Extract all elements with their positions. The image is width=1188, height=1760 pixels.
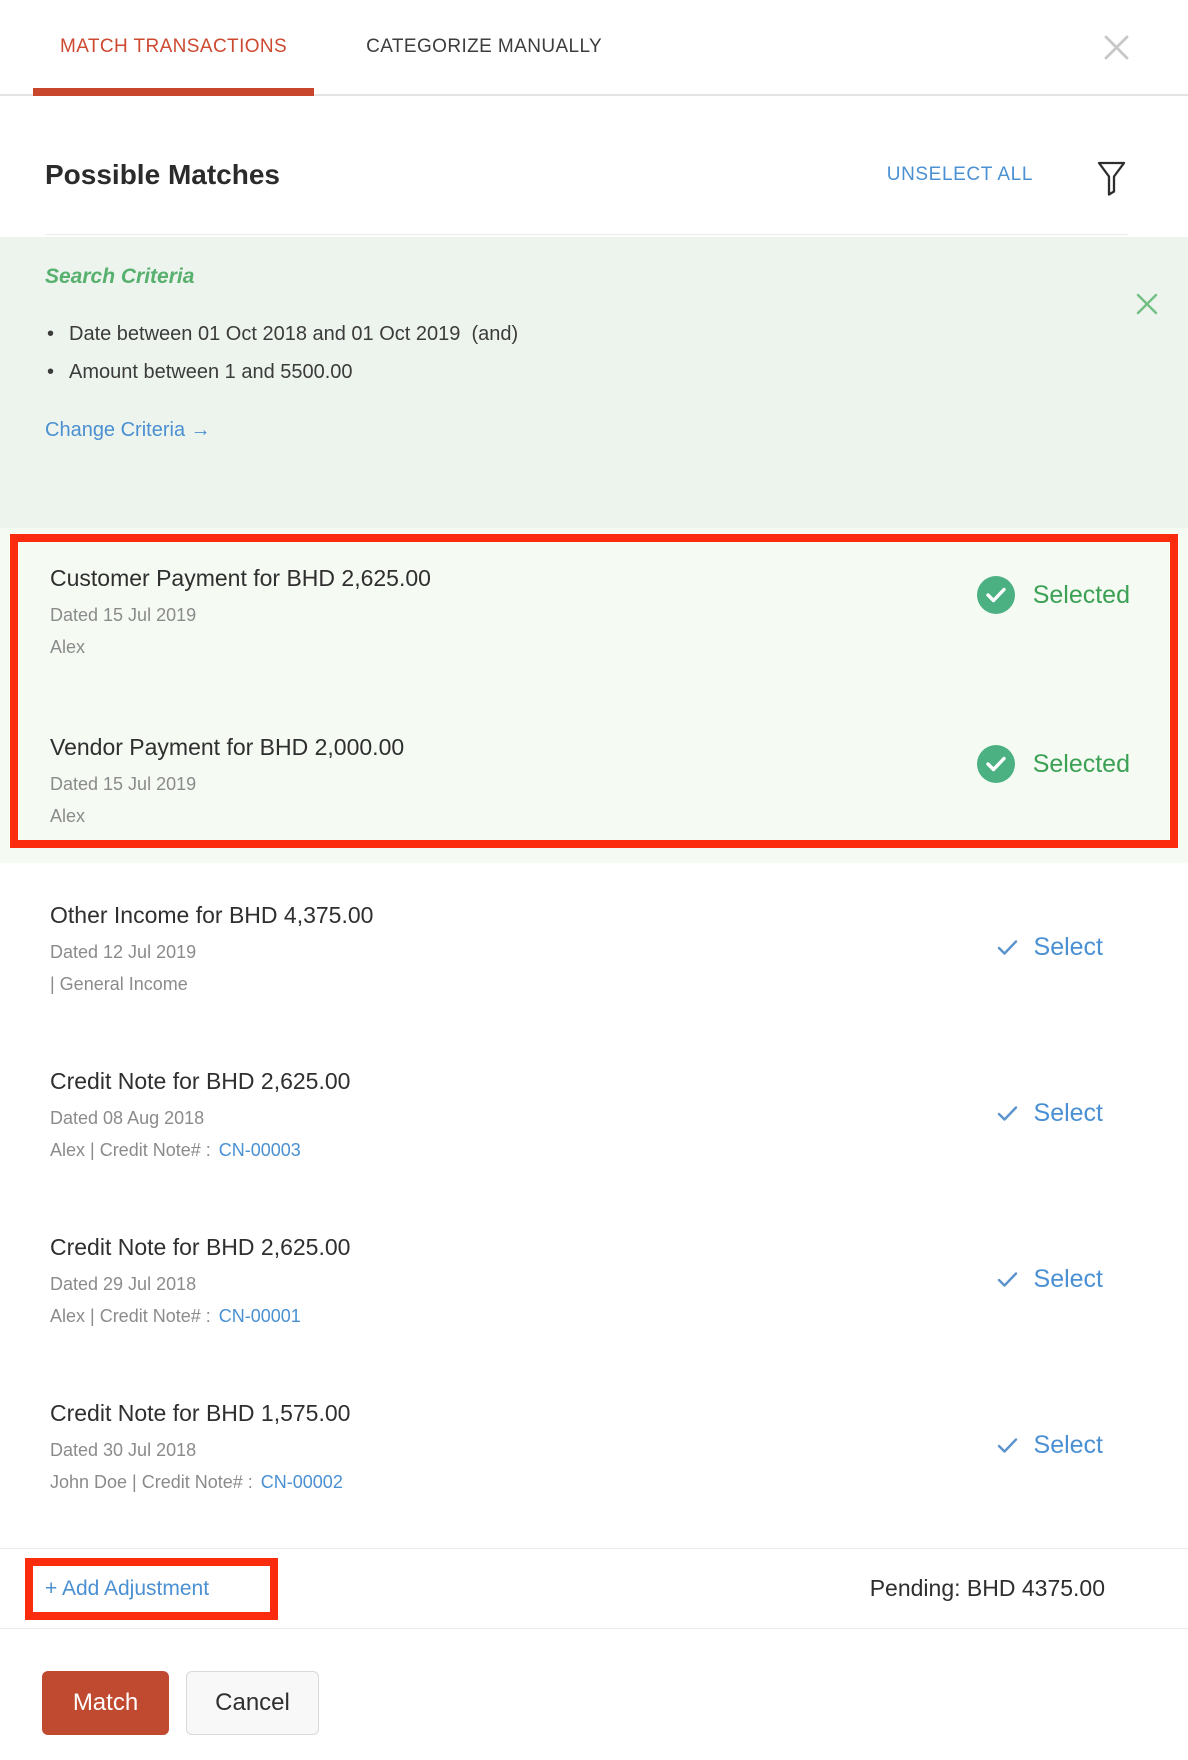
credit-note-link[interactable]: CN-00002 <box>261 1472 343 1492</box>
match-row-info: Credit Note for BHD 2,625.00 Dated 08 Au… <box>50 1067 350 1160</box>
match-date: Dated 29 Jul 2018 <box>50 1274 350 1294</box>
match-date: Dated 15 Jul 2019 <box>50 774 404 794</box>
check-circle-icon <box>977 576 1015 614</box>
match-row: Customer Payment for BHD 2,625.00 Dated … <box>50 564 1130 657</box>
tab-match-transactions[interactable]: MATCH TRANSACTIONS <box>33 0 314 94</box>
possible-matches-header: Possible Matches UNSELECT ALL <box>0 96 1188 197</box>
match-row: Credit Note for BHD 2,625.00 Dated 08 Au… <box>50 1067 1103 1160</box>
tab-categorize-manually[interactable]: CATEGORIZE MANUALLY <box>366 36 602 58</box>
filter-icon[interactable] <box>1095 160 1128 197</box>
match-date: Dated 15 Jul 2019 <box>50 605 431 625</box>
criteria-close-icon[interactable] <box>1136 293 1158 315</box>
credit-note-link[interactable]: CN-00003 <box>219 1140 301 1160</box>
search-criteria-list: Date between 01 Oct 2018 and 01 Oct 2019… <box>45 315 1143 391</box>
criteria-item-date: Date between 01 Oct 2018 and 01 Oct 2019… <box>45 315 1143 353</box>
match-party: Alex | Credit Note# : CN-00003 <box>50 1140 350 1160</box>
match-party: Alex <box>50 806 404 826</box>
unselect-all-button[interactable]: UNSELECT ALL <box>887 164 1033 186</box>
criteria-item-amount: Amount between 1 and 5500.00 <box>45 353 1143 391</box>
match-date: Dated 08 Aug 2018 <box>50 1108 350 1128</box>
credit-note-link[interactable]: CN-00001 <box>219 1306 301 1326</box>
match-party: | General Income <box>50 974 373 994</box>
select-button[interactable]: Select <box>997 933 1103 962</box>
select-label: Select <box>1034 1431 1103 1460</box>
match-party: Alex | Credit Note# : CN-00001 <box>50 1306 350 1326</box>
match-party: Alex <box>50 637 431 657</box>
match-row-info: Credit Note for BHD 2,625.00 Dated 29 Ju… <box>50 1233 350 1326</box>
selected-label: Selected <box>1033 750 1130 779</box>
match-date: Dated 12 Jul 2019 <box>50 942 373 962</box>
cancel-button[interactable]: Cancel <box>186 1671 319 1735</box>
match-list: Other Income for BHD 4,375.00 Dated 12 J… <box>0 863 1188 1492</box>
match-row-info: Other Income for BHD 4,375.00 Dated 12 J… <box>50 901 373 994</box>
search-criteria-panel: Search Criteria Date between 01 Oct 2018… <box>0 237 1188 528</box>
select-label: Select <box>1034 1099 1103 1128</box>
select-label: Select <box>1034 933 1103 962</box>
check-icon <box>997 1437 1018 1454</box>
match-party-text: Alex | Credit Note# : <box>50 1140 211 1160</box>
match-row: Other Income for BHD 4,375.00 Dated 12 J… <box>50 901 1103 994</box>
check-icon <box>997 1271 1018 1288</box>
selected-badge[interactable]: Selected <box>977 745 1130 783</box>
check-icon <box>997 939 1018 956</box>
check-circle-icon <box>977 745 1015 783</box>
dialog-tab-bar: MATCH TRANSACTIONS CATEGORIZE MANUALLY <box>0 0 1188 96</box>
select-button[interactable]: Select <box>997 1265 1103 1294</box>
add-adjustment-link[interactable]: + Add Adjustment <box>45 1577 209 1601</box>
search-criteria-title: Search Criteria <box>45 265 1143 289</box>
check-icon <box>997 1105 1018 1122</box>
match-row-info: Customer Payment for BHD 2,625.00 Dated … <box>50 564 431 657</box>
match-party: John Doe | Credit Note# : CN-00002 <box>50 1472 350 1492</box>
match-row: Credit Note for BHD 2,625.00 Dated 29 Ju… <box>50 1233 1103 1326</box>
match-row: Vendor Payment for BHD 2,000.00 Dated 15… <box>50 733 1130 826</box>
match-date: Dated 30 Jul 2018 <box>50 1440 350 1460</box>
change-criteria-link[interactable]: Change Criteria → <box>45 419 211 442</box>
header-divider <box>45 234 1128 235</box>
select-label: Select <box>1034 1265 1103 1294</box>
close-icon[interactable] <box>1103 34 1130 61</box>
match-button[interactable]: Match <box>42 1671 169 1735</box>
selected-label: Selected <box>1033 581 1130 610</box>
match-title: Vendor Payment for BHD 2,000.00 <box>50 733 404 761</box>
select-button[interactable]: Select <box>997 1431 1103 1460</box>
match-title: Customer Payment for BHD 2,625.00 <box>50 564 431 592</box>
selected-badge[interactable]: Selected <box>977 576 1130 614</box>
dialog-actions: Match Cancel <box>42 1671 1188 1735</box>
match-title: Credit Note for BHD 1,575.00 <box>50 1399 350 1427</box>
page-title: Possible Matches <box>45 155 887 195</box>
match-row-info: Vendor Payment for BHD 2,000.00 Dated 15… <box>50 733 404 826</box>
match-row-info: Credit Note for BHD 1,575.00 Dated 30 Ju… <box>50 1399 350 1492</box>
match-row: Credit Note for BHD 1,575.00 Dated 30 Ju… <box>50 1399 1103 1492</box>
match-title: Credit Note for BHD 2,625.00 <box>50 1233 350 1261</box>
match-title: Other Income for BHD 4,375.00 <box>50 901 373 929</box>
selected-matches-group: Customer Payment for BHD 2,625.00 Dated … <box>0 528 1188 863</box>
match-party-text: John Doe | Credit Note# : <box>50 1472 253 1492</box>
match-title: Credit Note for BHD 2,625.00 <box>50 1067 350 1095</box>
footer-bar: + Add Adjustment Pending: BHD 4375.00 <box>0 1548 1188 1629</box>
select-button[interactable]: Select <box>997 1099 1103 1128</box>
pending-amount: Pending: BHD 4375.00 <box>870 1575 1105 1602</box>
match-party-text: Alex | Credit Note# : <box>50 1306 211 1326</box>
